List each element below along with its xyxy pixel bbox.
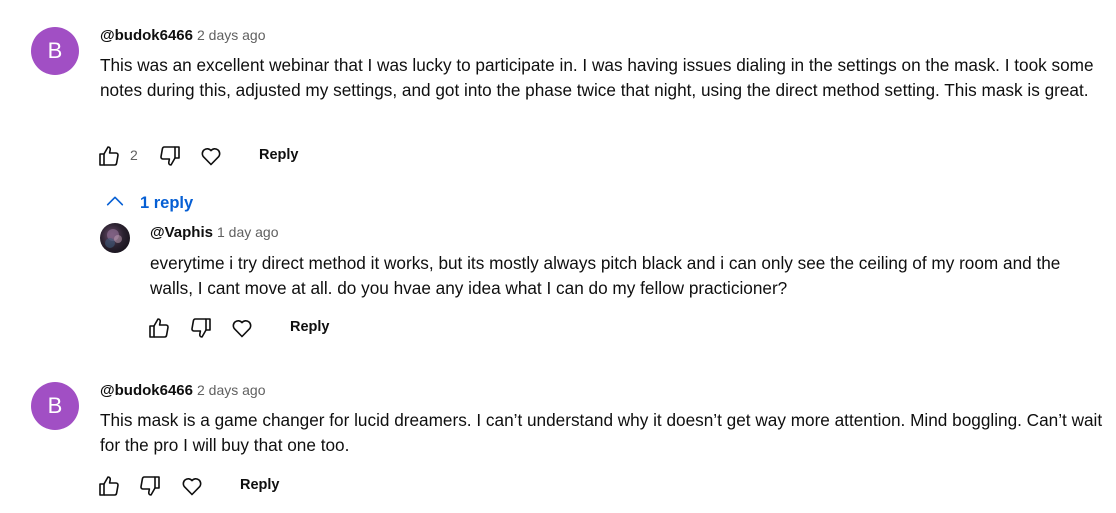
replies-toggle-label: 1 reply: [140, 194, 194, 212]
avatar[interactable]: B: [31, 27, 79, 75]
reply-reply-button[interactable]: Reply: [290, 319, 330, 335]
heart-icon: [180, 474, 204, 498]
heart-icon: [199, 144, 223, 168]
comment-author[interactable]: @budok6466: [100, 27, 193, 44]
reply-like-button[interactable]: [147, 316, 171, 340]
dislike-button[interactable]: [158, 144, 182, 168]
comment-author[interactable]: @budok6466: [100, 382, 193, 399]
reply-text: everytime i try direct method it works, …: [150, 253, 1061, 298]
reply-header: @Vaphis 1 day ago: [150, 224, 278, 242]
comment-text: This was an excellent webinar that I was…: [100, 55, 1094, 100]
like-button[interactable]: [97, 474, 121, 498]
avatar-image: [105, 229, 122, 248]
comment-time[interactable]: 2 days ago: [197, 382, 266, 398]
reply-author[interactable]: @Vaphis: [150, 224, 213, 241]
dislike-button[interactable]: [138, 474, 162, 498]
comment-header: @budok6466 2 days ago: [100, 382, 266, 400]
comment-header: @budok6466 2 days ago: [100, 27, 266, 45]
reply-button[interactable]: Reply: [240, 477, 280, 493]
like-count: 2: [130, 147, 138, 163]
reply-button[interactable]: Reply: [259, 147, 299, 163]
avatar-letter: B: [47, 393, 63, 418]
reply-dislike-button[interactable]: [189, 316, 213, 340]
heart-button[interactable]: [199, 144, 223, 168]
comment-time[interactable]: 2 days ago: [197, 27, 266, 43]
reply-avatar[interactable]: [100, 223, 130, 253]
thumbs-down-icon: [138, 474, 162, 498]
thumbs-up-icon: [147, 316, 171, 340]
chevron-up-icon: [104, 190, 140, 217]
comment-text: This mask is a game changer for lucid dr…: [100, 410, 1103, 455]
thumbs-up-icon: [97, 144, 121, 168]
reply-heart-button[interactable]: [230, 316, 254, 340]
heart-icon: [230, 316, 254, 340]
heart-button[interactable]: [180, 474, 204, 498]
reply-time[interactable]: 1 day ago: [217, 224, 279, 240]
avatar[interactable]: B: [31, 382, 79, 430]
replies-toggle[interactable]: 1 reply: [104, 190, 193, 217]
avatar-letter: B: [47, 38, 63, 63]
thumbs-up-icon: [97, 474, 121, 498]
like-button[interactable]: [97, 144, 121, 168]
thumbs-down-icon: [189, 316, 213, 340]
thumbs-down-icon: [158, 144, 182, 168]
